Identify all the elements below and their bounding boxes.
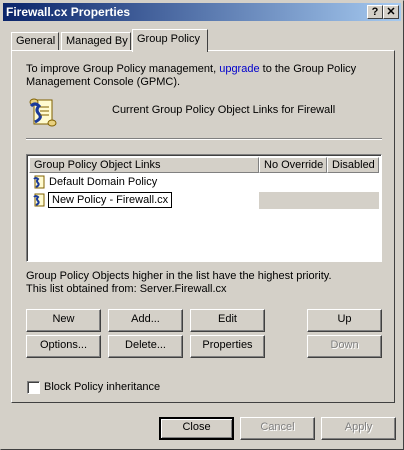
info-line-2: Management Console (GPMC). (26, 76, 181, 88)
divider (26, 138, 382, 140)
info-text-before: To improve Group Policy management, (26, 63, 220, 75)
column-header-links[interactable]: Group Policy Object Links (29, 157, 259, 173)
tab-managed-by[interactable]: Managed By (61, 32, 131, 50)
obtained-from-text: This list obtained from: Server.Firewall… (26, 283, 227, 295)
tab-group-policy[interactable]: Group Policy (132, 29, 208, 52)
help-button[interactable]: ? (367, 5, 383, 19)
column-header-disabled[interactable]: Disabled (327, 157, 379, 173)
down-button[interactable]: Down (307, 335, 382, 358)
list-item-name: Default Domain Policy (49, 176, 158, 188)
properties-window: Firewall.cx Properties ? ✕ General Manag… (0, 0, 404, 450)
new-button[interactable]: New (26, 309, 101, 332)
group-policy-panel: To improve Group Policy management, upgr… (11, 50, 395, 403)
title-bar[interactable]: Firewall.cx Properties ? ✕ (3, 3, 401, 21)
tab-group-policy-label: Group Policy (137, 33, 200, 45)
gpo-scroll-icon (33, 193, 45, 207)
tab-general[interactable]: General (11, 32, 59, 50)
gpo-scroll-icon (29, 98, 57, 127)
list-item-selected[interactable]: New Policy - Firewall.cx (29, 192, 379, 209)
priority-note: Group Policy Objects higher in the list … (26, 270, 332, 296)
info-text-after: to the Group Policy (259, 63, 357, 75)
tab-general-label: General (16, 35, 56, 47)
block-inheritance-checkbox[interactable] (27, 381, 40, 394)
column-header-no-override[interactable]: No Override (259, 157, 327, 173)
priority-text: Group Policy Objects higher in the list … (26, 270, 332, 282)
gpo-scroll-icon (33, 175, 45, 189)
gpo-links-list[interactable]: Group Policy Object Links No Override Di… (26, 154, 382, 262)
delete-button[interactable]: Delete... (108, 335, 183, 358)
block-inheritance-label[interactable]: Block Policy inheritance (44, 381, 160, 393)
options-button[interactable]: Options... (26, 335, 101, 358)
apply-button[interactable]: Apply (321, 417, 396, 440)
close-window-button[interactable]: ✕ (383, 5, 399, 19)
gpmc-info: To improve Group Policy management, upgr… (26, 63, 386, 89)
edit-button[interactable]: Edit (190, 309, 265, 332)
close-button[interactable]: Close (159, 417, 234, 440)
selected-row-cells (259, 192, 379, 209)
tab-managed-by-label: Managed By (66, 35, 128, 47)
upgrade-link[interactable]: upgrade (219, 63, 259, 75)
current-links-label: Current Group Policy Object Links for Fi… (112, 104, 336, 116)
add-button[interactable]: Add... (108, 309, 183, 332)
list-item[interactable]: Default Domain Policy (29, 174, 379, 191)
properties-button[interactable]: Properties (190, 335, 265, 358)
cancel-button[interactable]: Cancel (240, 417, 315, 440)
list-item-name-edit[interactable]: New Policy - Firewall.cx (48, 192, 173, 208)
up-button[interactable]: Up (307, 309, 382, 332)
window-title: Firewall.cx Properties (6, 5, 131, 19)
